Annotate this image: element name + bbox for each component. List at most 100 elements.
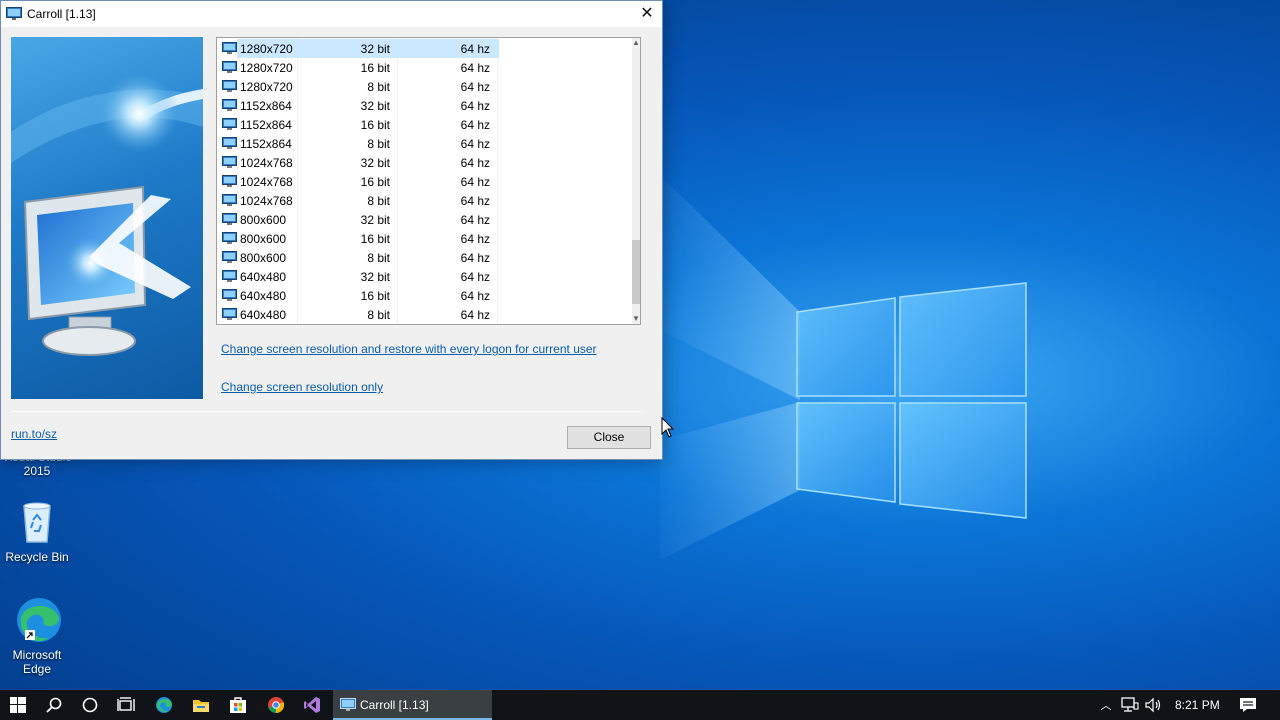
taskbar-search-button[interactable] xyxy=(36,690,72,720)
mouse-cursor-icon xyxy=(661,417,675,438)
desktop-icon-edge[interactable]: Microsoft Edge xyxy=(0,596,74,676)
resolution-row[interactable]: 1280x720 8 bit 64 hz xyxy=(217,77,622,96)
monitor-icon xyxy=(222,80,237,92)
color-depth-label: 32 bit xyxy=(360,156,390,170)
scroll-down-arrow-icon[interactable]: ▼ xyxy=(632,314,640,324)
monitor-icon xyxy=(222,42,237,54)
website-link[interactable]: run.to/sz xyxy=(11,427,57,441)
volume-icon xyxy=(1145,697,1161,713)
resolution-row[interactable]: 1152x864 16 bit 64 hz xyxy=(217,115,622,134)
taskbar-app-label: Carroll [1.13] xyxy=(360,698,429,712)
scrollbar-thumb[interactable] xyxy=(632,240,640,304)
title-bar[interactable]: Carroll [1.13] ✕ xyxy=(1,1,662,27)
edge-icon xyxy=(156,697,172,713)
resolution-row[interactable]: 640x480 8 bit 64 hz xyxy=(217,305,622,324)
color-depth-label: 16 bit xyxy=(360,118,390,132)
refresh-rate-label: 64 hz xyxy=(460,289,490,303)
show-hidden-icons-button[interactable]: ︿ xyxy=(1098,690,1114,720)
color-depth-label: 8 bit xyxy=(367,194,390,208)
refresh-rate-label: 64 hz xyxy=(460,99,490,113)
desktop-icon-label: Microsoft Edge xyxy=(12,648,62,676)
resolution-label: 640x480 xyxy=(240,308,287,322)
taskbar-file-explorer-button[interactable] xyxy=(183,690,219,720)
resolution-label: 800x600 xyxy=(240,251,287,265)
separator xyxy=(11,411,641,412)
resolution-label: 1280x720 xyxy=(240,80,293,94)
color-depth-label: 16 bit xyxy=(360,289,390,303)
edge-icon xyxy=(13,596,61,644)
banner-image xyxy=(11,37,203,399)
refresh-rate-label: 64 hz xyxy=(460,251,490,265)
resolution-row[interactable]: 640x480 16 bit 64 hz xyxy=(217,286,622,305)
color-depth-label: 8 bit xyxy=(367,80,390,94)
resolution-row[interactable]: 1152x864 8 bit 64 hz xyxy=(217,134,622,153)
color-depth-label: 8 bit xyxy=(367,308,390,322)
color-depth-label: 32 bit xyxy=(360,99,390,113)
monitor-icon xyxy=(222,289,237,301)
visual-studio-icon xyxy=(304,697,320,713)
close-button[interactable]: Close xyxy=(567,426,651,449)
monitor-icon xyxy=(222,175,237,187)
start-button[interactable] xyxy=(0,690,36,720)
network-button[interactable] xyxy=(1121,690,1139,720)
window-title: Carroll [1.13] xyxy=(27,7,96,21)
resolution-label: 800x600 xyxy=(240,232,287,246)
resolution-row[interactable]: 1280x720 16 bit 64 hz xyxy=(217,58,622,77)
resolution-label: 800x600 xyxy=(240,213,287,227)
task-view-icon xyxy=(117,697,135,711)
monitor-icon xyxy=(222,137,237,149)
resolution-row[interactable]: 640x480 32 bit 64 hz xyxy=(217,267,622,286)
refresh-rate-label: 64 hz xyxy=(460,42,490,56)
monitor-icon xyxy=(222,308,237,320)
resolution-list[interactable]: 1280x720 32 bit 64 hz 1280x720 16 bit 64 hz 12… xyxy=(216,37,641,325)
volume-button[interactable] xyxy=(1145,690,1163,720)
resolution-label: 640x480 xyxy=(240,289,287,303)
monitor-icon xyxy=(222,156,237,168)
vertical-scrollbar[interactable]: ▲ ▼ xyxy=(632,38,640,324)
desktop-icon-recycle-bin[interactable]: Recycle Bin xyxy=(0,498,74,564)
cortana-button[interactable] xyxy=(72,690,108,720)
refresh-rate-label: 64 hz xyxy=(460,213,490,227)
taskbar-app-button[interactable]: Carroll [1.13] xyxy=(333,690,492,720)
refresh-rate-label: 64 hz xyxy=(460,232,490,246)
monitor-icon xyxy=(222,99,237,111)
change-and-restore-link[interactable]: Change screen resolution and restore wit… xyxy=(221,342,597,356)
resolution-row[interactable]: 1280x720 32 bit 64 hz xyxy=(217,39,622,58)
monitor-icon xyxy=(222,213,237,225)
resolution-label: 1280x720 xyxy=(240,42,293,56)
chrome-icon xyxy=(268,697,285,714)
resolution-row[interactable]: 1152x864 32 bit 64 hz xyxy=(217,96,622,115)
app-window: Carroll [1.13] ✕ 1280x720 32 bit 64 hz 1… xyxy=(0,0,663,460)
resolution-label: 1152x864 xyxy=(240,118,292,132)
taskbar-visual-studio-button[interactable] xyxy=(294,690,330,720)
resolution-row[interactable]: 1024x768 8 bit 64 hz xyxy=(217,191,622,210)
refresh-rate-label: 64 hz xyxy=(460,61,490,75)
action-center-button[interactable] xyxy=(1239,690,1257,720)
refresh-rate-label: 64 hz xyxy=(460,270,490,284)
resolution-row[interactable]: 800x600 32 bit 64 hz xyxy=(217,210,622,229)
monitor-icon xyxy=(222,61,237,73)
color-depth-label: 16 bit xyxy=(360,175,390,189)
taskbar-chrome-button[interactable] xyxy=(258,690,294,720)
clock[interactable]: 8:21 PM xyxy=(1175,690,1220,720)
color-depth-label: 8 bit xyxy=(367,251,390,265)
refresh-rate-label: 64 hz xyxy=(460,156,490,170)
resolution-label: 1152x864 xyxy=(240,137,292,151)
refresh-rate-label: 64 hz xyxy=(460,308,490,322)
scroll-up-arrow-icon[interactable]: ▲ xyxy=(632,38,640,48)
task-view-button[interactable] xyxy=(108,690,144,720)
window-close-button[interactable]: ✕ xyxy=(632,1,662,27)
monitor-icon xyxy=(222,251,237,263)
resolution-row[interactable]: 1024x768 32 bit 64 hz xyxy=(217,153,622,172)
search-icon xyxy=(46,697,62,713)
taskbar-edge-button[interactable] xyxy=(146,690,182,720)
resolution-label: 1280x720 xyxy=(240,61,293,75)
taskbar-store-button[interactable] xyxy=(220,690,256,720)
resolution-row[interactable]: 1024x768 16 bit 64 hz xyxy=(217,172,622,191)
refresh-rate-label: 64 hz xyxy=(460,194,490,208)
monitor-icon xyxy=(222,232,237,244)
change-only-link[interactable]: Change screen resolution only xyxy=(221,380,383,394)
refresh-rate-label: 64 hz xyxy=(460,137,490,151)
resolution-row[interactable]: 800x600 16 bit 64 hz xyxy=(217,229,622,248)
resolution-row[interactable]: 800x600 8 bit 64 hz xyxy=(217,248,622,267)
